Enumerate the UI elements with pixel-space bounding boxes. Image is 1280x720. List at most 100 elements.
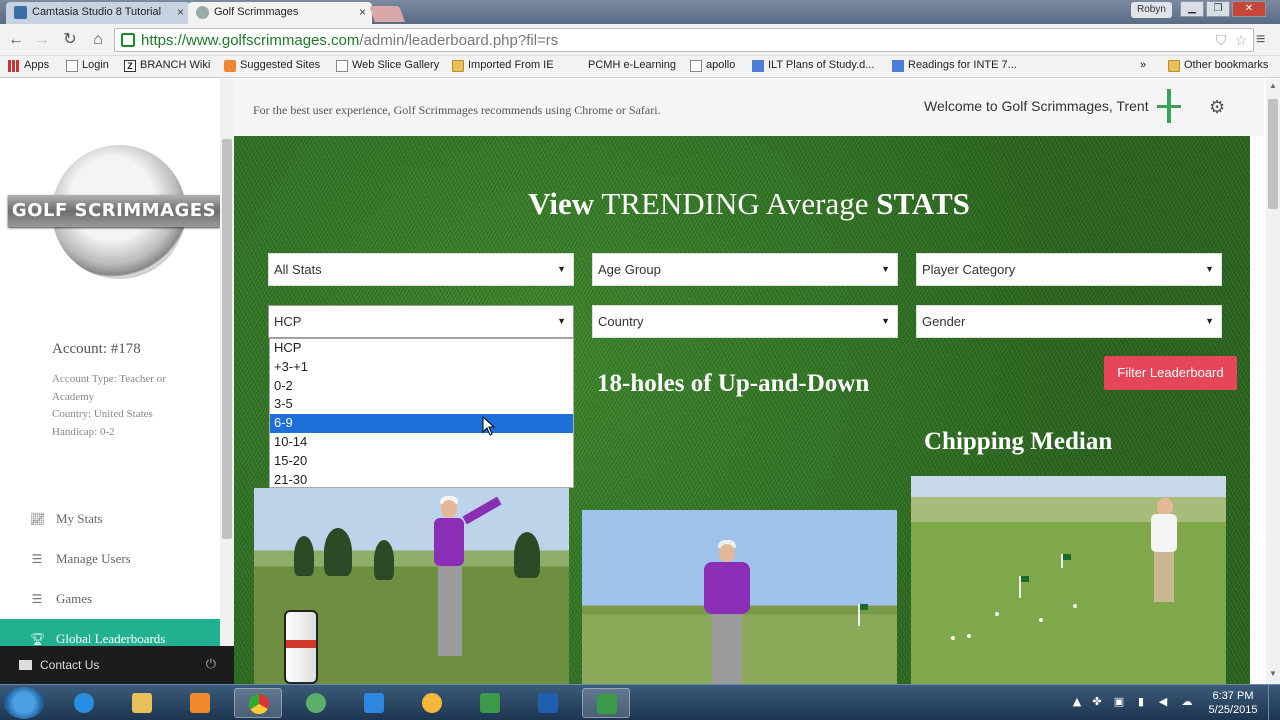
flag-pin xyxy=(858,604,868,626)
sidebar-item-games[interactable]: ☰ Games xyxy=(0,579,220,619)
sidebar-item-my-stats[interactable]: 📈︎ My Stats xyxy=(0,499,220,539)
player-category-select[interactable]: Player Category ▼ xyxy=(916,253,1222,286)
scrollbar-thumb[interactable] xyxy=(222,139,232,539)
taskbar-camtasia-recorder[interactable] xyxy=(582,688,630,718)
tray-app-icon[interactable]: ✤ xyxy=(1090,695,1104,709)
hcp-option[interactable]: 21-30 xyxy=(270,471,573,490)
tray-device-icon[interactable]: ▣ xyxy=(1112,695,1126,709)
account-type: Account Type: Teacher or Academy xyxy=(52,373,166,403)
hcp-select[interactable]: HCP ▼ xyxy=(268,305,574,338)
bookmark-suggested-sites[interactable]: Suggested Sites xyxy=(224,59,320,72)
cloud-icon[interactable]: ☁ xyxy=(1180,695,1194,709)
profile-button[interactable]: Robyn xyxy=(1131,2,1172,18)
tray-expand-icon[interactable]: ▲ xyxy=(1070,695,1084,709)
stats-select[interactable]: All Stats ▼ xyxy=(268,253,574,286)
bookmark-pcmh[interactable]: PCMH e-Learning xyxy=(572,59,676,71)
address-bar[interactable]: https://www.golfscrimmages.com/admin/lea… xyxy=(114,28,1254,52)
hcp-option[interactable]: 0-2 xyxy=(270,377,573,396)
golf-ball xyxy=(1073,604,1077,608)
bookmark-ilt-plans[interactable]: ILT Plans of Study.d... xyxy=(752,59,874,72)
taskbar-globe[interactable] xyxy=(292,688,340,718)
shield-icon[interactable]: ⛉ xyxy=(1213,32,1229,48)
windows-taskbar: ▲ ✤ ▣ ▮ ◀ ☁ 6:37 PM 5/25/2015 xyxy=(0,684,1280,720)
hcp-dropdown-list: HCP +3-+1 0-2 3-5 6-9 10-14 15-20 21-30 xyxy=(269,338,574,488)
window-close-button[interactable]: ✕ xyxy=(1232,1,1266,17)
gender-select[interactable]: Gender ▼ xyxy=(916,305,1222,338)
minimize-button[interactable]: ▁ xyxy=(1180,1,1204,17)
maximize-button[interactable]: ❐ xyxy=(1206,1,1230,17)
taskbar-ie[interactable] xyxy=(60,688,108,718)
hcp-option-highlighted[interactable]: 6-9 xyxy=(270,414,573,433)
golf-ball xyxy=(967,634,971,638)
reload-icon[interactable]: ↻ xyxy=(60,30,80,50)
bookmark-apollo[interactable]: apollo xyxy=(690,59,735,72)
star-icon[interactable]: ☆ xyxy=(1233,32,1249,48)
logo-text: GOLF SCRIMMAGES xyxy=(8,195,220,227)
golf-favicon-icon xyxy=(196,6,209,19)
bookmark-readings[interactable]: Readings for INTE 7... xyxy=(892,59,1017,72)
hcp-option[interactable]: +3-+1 xyxy=(270,358,573,377)
tab-golf-scrimmages[interactable]: Golf Scrimmages × xyxy=(188,2,372,24)
golf-ball xyxy=(951,636,955,640)
top-bar: For the best user experience, Golf Scrim… xyxy=(234,79,1264,136)
network-icon[interactable]: ▮ xyxy=(1134,695,1148,709)
taskbar-explorer[interactable] xyxy=(118,688,166,718)
back-icon[interactable]: ← xyxy=(6,30,26,50)
taskbar-dropbox[interactable] xyxy=(350,688,398,718)
z-icon: Z xyxy=(124,60,136,72)
hcp-option[interactable]: 3-5 xyxy=(270,395,573,414)
show-desktop-button[interactable] xyxy=(1268,685,1280,720)
bookmark-apps[interactable]: Apps xyxy=(8,59,49,72)
golfer-head xyxy=(719,544,735,562)
start-button[interactable] xyxy=(4,687,44,719)
sidebar-item-manage-users[interactable]: ☰ Manage Users xyxy=(0,539,220,579)
gear-icon[interactable]: ⚙ xyxy=(1209,97,1225,118)
flag-pin xyxy=(1019,576,1029,598)
bookmark-imported-from-ie[interactable]: Imported From IE xyxy=(452,59,554,72)
hcp-option[interactable]: HCP xyxy=(270,339,573,358)
golfer-arm xyxy=(462,496,502,525)
avatar[interactable] xyxy=(1154,89,1184,123)
other-bookmarks[interactable]: Other bookmarks xyxy=(1168,59,1268,72)
dropdown-arrow-icon: ▼ xyxy=(1205,264,1214,274)
power-icon[interactable]: ⏻ xyxy=(206,646,216,684)
page-scrollbar[interactable]: ▲ ▼ xyxy=(1266,79,1280,684)
new-tab-button[interactable] xyxy=(369,6,405,22)
sidebar-scrollbar[interactable] xyxy=(220,79,234,646)
taskbar-outlook[interactable] xyxy=(524,688,572,718)
sidebar: GOLF SCRIMMAGES Account: #178 Account Ty… xyxy=(0,79,234,684)
country-select[interactable]: Country ▼ xyxy=(592,305,898,338)
hcp-option[interactable]: 15-20 xyxy=(270,452,573,471)
volume-icon[interactable]: ◀ xyxy=(1156,695,1170,709)
taskbar-chrome[interactable] xyxy=(234,688,282,718)
bookmark-branch-wiki[interactable]: Z BRANCH Wiki xyxy=(124,59,210,72)
chart-icon: 📈︎ xyxy=(30,512,46,526)
folder-icon xyxy=(132,693,152,713)
home-icon[interactable]: ⌂ xyxy=(88,30,108,50)
scroll-up-icon[interactable]: ▲ xyxy=(1269,81,1277,90)
select-value: All Stats xyxy=(274,262,322,277)
taskbar-clock[interactable]: 6:37 PM 5/25/2015 xyxy=(1204,689,1262,717)
filter-leaderboard-button[interactable]: Filter Leaderboard xyxy=(1104,356,1237,390)
globe-icon xyxy=(306,693,326,713)
golf-scrimmages-logo[interactable]: GOLF SCRIMMAGES xyxy=(8,145,220,285)
hcp-option[interactable]: 10-14 xyxy=(270,433,573,452)
forward-icon[interactable]: → xyxy=(32,30,52,50)
contact-us-bar[interactable]: Contact Us ⏻ xyxy=(0,646,234,684)
bookmarks-overflow-button[interactable]: » xyxy=(1140,59,1146,71)
select-value: Age Group xyxy=(598,262,661,277)
browser-titlebar: Camtasia Studio 8 Tutorial × Golf Scrimm… xyxy=(0,0,1280,24)
tab-camtasia[interactable]: Camtasia Studio 8 Tutorial × xyxy=(6,2,190,24)
bookmark-login[interactable]: Login xyxy=(66,59,109,72)
age-group-select[interactable]: Age Group ▼ xyxy=(592,253,898,286)
close-icon[interactable]: × xyxy=(177,2,184,22)
menu-icon[interactable]: ≡ xyxy=(1256,30,1272,50)
scrollbar-thumb[interactable] xyxy=(1268,99,1278,209)
bookmark-web-slice-gallery[interactable]: Web Slice Gallery xyxy=(336,59,439,72)
taskbar-audio[interactable] xyxy=(408,688,456,718)
taskbar-media[interactable] xyxy=(176,688,224,718)
scroll-down-icon[interactable]: ▼ xyxy=(1269,669,1277,678)
taskbar-camtasia[interactable] xyxy=(466,688,514,718)
close-icon[interactable]: × xyxy=(359,2,366,22)
sidebar-item-label: My Stats xyxy=(56,511,103,526)
